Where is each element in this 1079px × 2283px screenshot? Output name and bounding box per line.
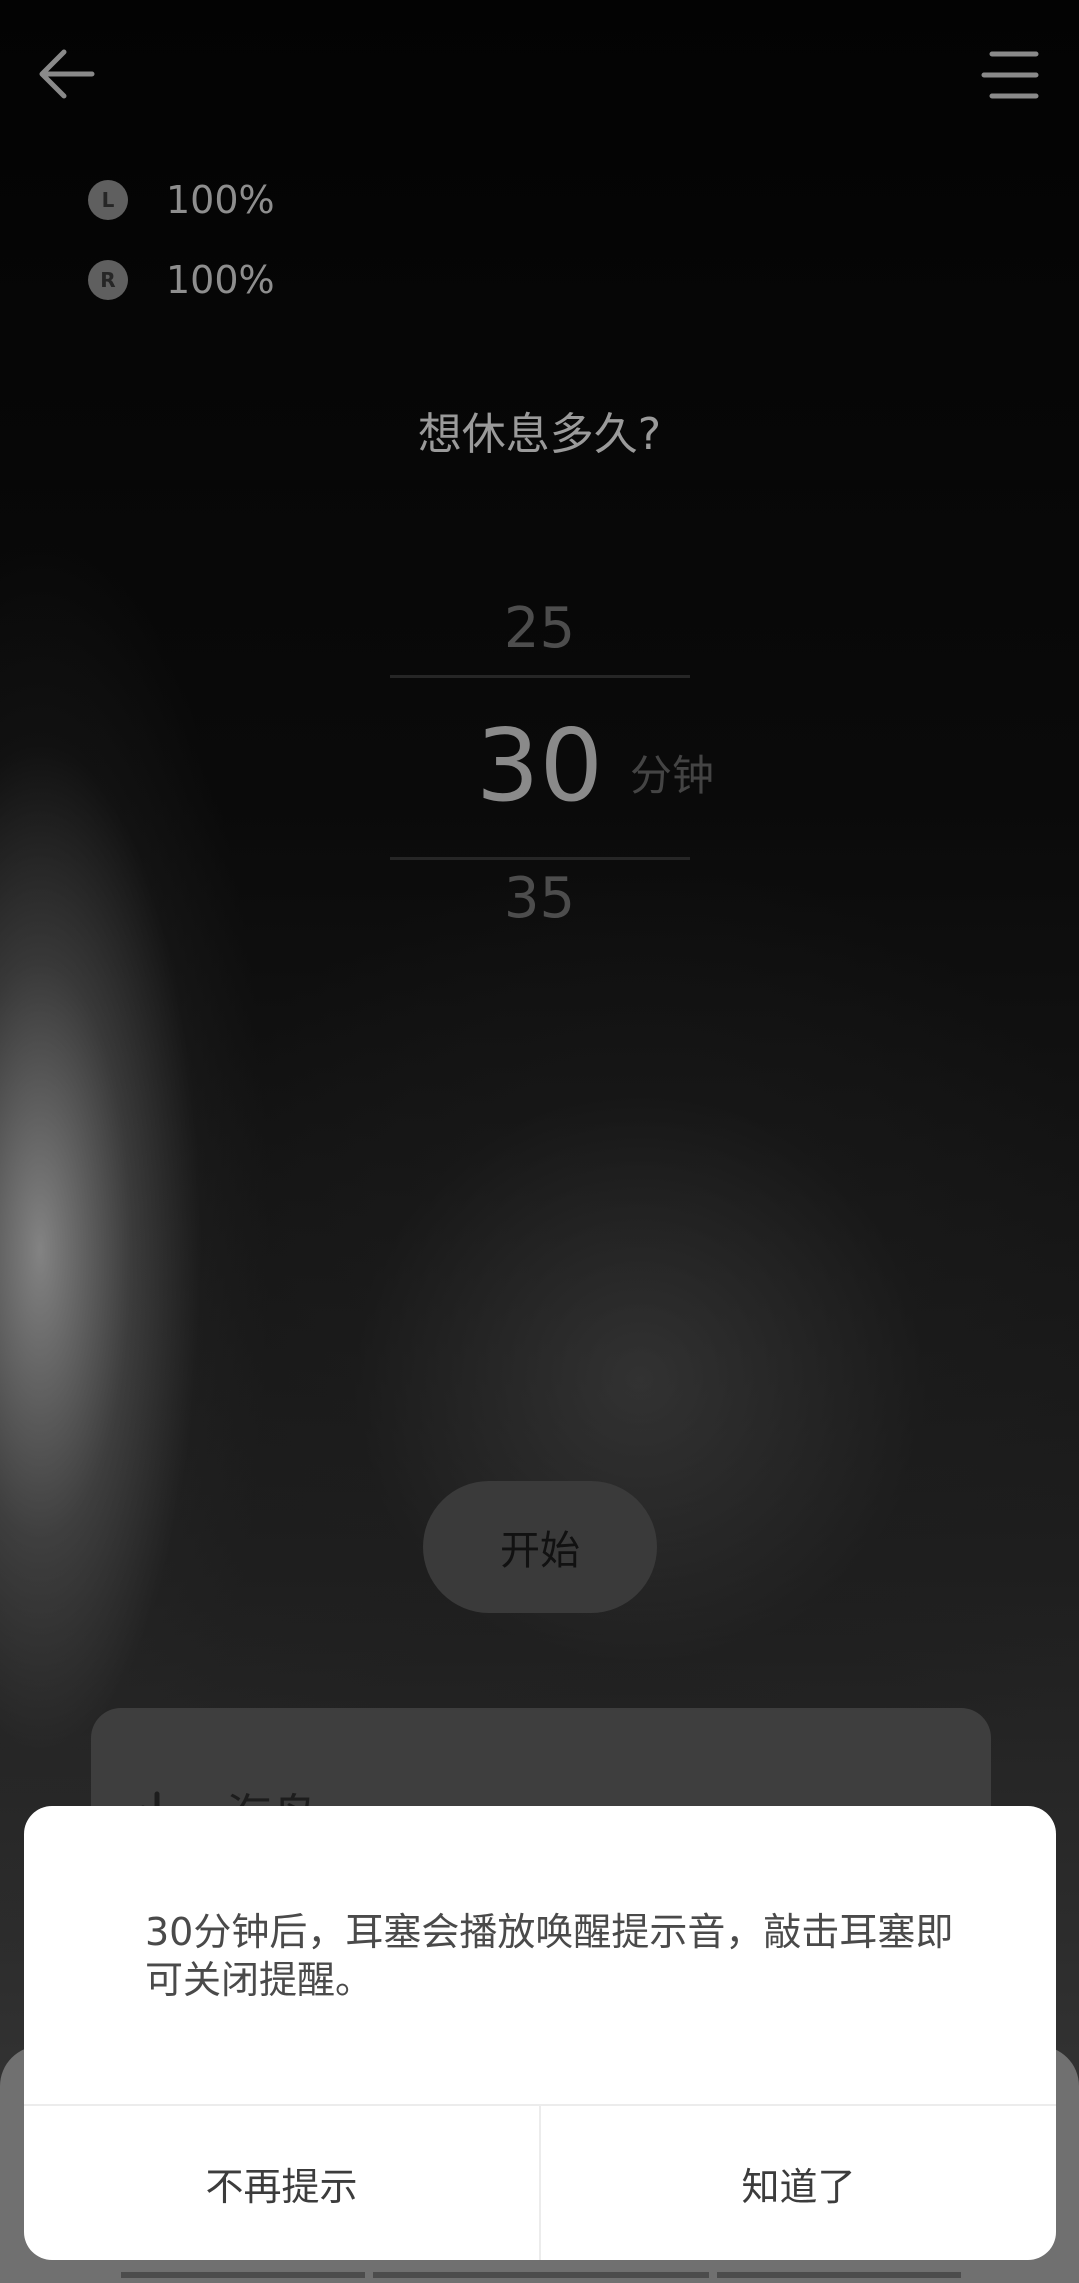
right-battery-value: 100% (166, 258, 275, 302)
wake-reminder-dialog: 30分钟后，耳塞会播放唤醒提示音，敲击耳塞即可关闭提醒。 不再提示 知道了 (24, 1806, 1056, 2260)
bottom-tab-indicator (121, 2272, 365, 2278)
bottom-tab-indicator (373, 2272, 709, 2278)
picker-unit-label: 分钟 (630, 751, 715, 800)
right-earbud-badge: R (88, 260, 128, 300)
picker-option-prev[interactable]: 25 (0, 596, 1079, 661)
arrow-left-icon (39, 49, 95, 99)
start-button[interactable]: 开始 (423, 1481, 657, 1613)
right-earbud-battery: R 100% (88, 258, 275, 302)
picker-divider-bottom (390, 857, 690, 860)
bottom-tab-indicator (717, 2272, 961, 2278)
menu-icon (981, 51, 1039, 99)
back-button[interactable] (34, 42, 98, 106)
dont-remind-again-button[interactable]: 不再提示 (24, 2106, 539, 2260)
left-earbud-battery: L 100% (88, 178, 275, 222)
got-it-button[interactable]: 知道了 (541, 2106, 1056, 2260)
left-battery-value: 100% (166, 178, 275, 222)
left-earbud-badge: L (88, 180, 128, 220)
menu-button[interactable] (978, 48, 1040, 102)
picker-divider-top (390, 675, 690, 678)
rest-duration-question: 想休息多久? (417, 409, 662, 460)
picker-current-value[interactable]: 30 (0, 706, 1079, 826)
sleep-timer-screen: L 100% R 100% 想休息多久? 25 30 分钟 35 开始 海鸟 3… (0, 0, 1079, 2283)
picker-option-next[interactable]: 35 (0, 866, 1079, 931)
dialog-message: 30分钟后，耳塞会播放唤醒提示音，敲击耳塞即可关闭提醒。 (145, 1910, 954, 2002)
